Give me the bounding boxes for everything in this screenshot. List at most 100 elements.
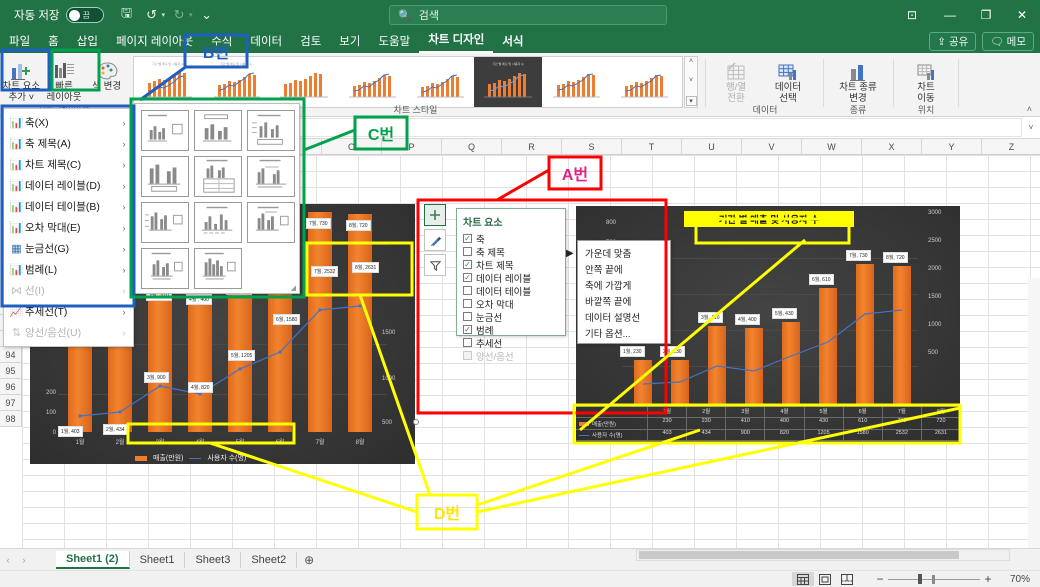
submenu-item-more-options[interactable]: 기타 옵션... (578, 325, 670, 341)
add-chart-element-menu[interactable]: 📊 축(X) › 📊 축 제목(A) › 📊 차트 제목(C) › 📊 데이터 … (3, 108, 134, 347)
chart-element-data-labels[interactable]: ✓ 데이터 레이블 (463, 271, 559, 285)
checkbox-unchecked[interactable] (463, 338, 472, 347)
ribbon-display-options-icon[interactable]: ⊡ (892, 0, 932, 30)
data-labels-flyout-arrow-icon[interactable]: ▶ (566, 248, 574, 259)
move-chart-button[interactable]: 차트 이동 (900, 56, 952, 104)
horizontal-scrollbar[interactable] (636, 549, 1010, 561)
chart-element-trendline[interactable]: 추세선 (463, 336, 559, 350)
menu-item-data-labels[interactable]: 📊 데이터 레이블(D) › (4, 175, 133, 196)
normal-view-icon[interactable] (792, 572, 814, 586)
collapse-ribbon-icon[interactable]: ˄ (1027, 104, 1032, 114)
undo-caret-icon[interactable]: ▾ (162, 11, 166, 19)
search-input[interactable]: 🔍 검색 (389, 5, 667, 25)
formula-bar-expand-icon[interactable]: ˅ (1022, 123, 1040, 132)
sheet-tab-sheet1-2[interactable]: Sheet1 (2) (56, 550, 130, 569)
column-header-Z[interactable]: Z (982, 139, 1040, 155)
vertical-scrollbar[interactable] (1028, 278, 1040, 548)
tab-data[interactable]: 데이터 (241, 31, 291, 53)
submenu-item-inside-end[interactable]: 안쪽 끝에 (578, 261, 670, 277)
zoom-out-button[interactable]: − (872, 572, 888, 586)
chart-filters-button[interactable] (424, 254, 446, 276)
column-header-V[interactable]: V (742, 139, 802, 155)
column-header-Y[interactable]: Y (922, 139, 982, 155)
column-header-W[interactable]: W (802, 139, 862, 155)
chart-element-gridlines[interactable]: 눈금선 (463, 310, 559, 324)
tab-insert[interactable]: 삽입 (68, 31, 107, 53)
layout-thumbnail[interactable] (194, 110, 242, 151)
checkbox-unchecked[interactable] (463, 299, 472, 308)
menu-item-chart-title[interactable]: 📊 차트 제목(C) › (4, 154, 133, 175)
comment-button[interactable]: 🗨 메모 (982, 32, 1034, 51)
submenu-item-inside-base[interactable]: 축에 가깝게 (578, 277, 670, 293)
add-sheet-icon[interactable]: ⊕ (297, 553, 321, 567)
layout-thumbnail[interactable] (141, 202, 189, 243)
menu-item-axis-title[interactable]: 📊 축 제목(A) › (4, 133, 133, 154)
zoom-slider-thumb[interactable] (918, 574, 922, 584)
menu-item-axis[interactable]: 📊 축(X) › (4, 112, 133, 133)
undo-icon[interactable]: ↺ (141, 4, 163, 26)
zoom-in-button[interactable]: + (980, 572, 996, 586)
submenu-item-center[interactable]: 가운데 맞춤 (578, 245, 670, 261)
chart-elements-panel[interactable]: 차트 요소 ✓ 축 축 제목 ✓ 차트 제목 ✓ 데이터 레이블 데이터 테이블… (456, 208, 566, 363)
tab-review[interactable]: 검토 (291, 31, 330, 53)
chart-element-legend[interactable]: ✓ 범례 (463, 323, 559, 337)
checkbox-checked[interactable]: ✓ (463, 325, 472, 334)
qat-more-icon[interactable]: ⌄ (196, 4, 218, 26)
sheet-tab-sheet3[interactable]: Sheet3 (185, 551, 242, 568)
row-header-96[interactable]: 96 (0, 379, 22, 395)
checkbox-unchecked[interactable] (463, 312, 472, 321)
layout-thumbnail[interactable] (141, 156, 189, 197)
row-header-94[interactable]: 94 (0, 347, 22, 363)
layout-thumbnail[interactable] (247, 110, 295, 151)
column-header-X[interactable]: X (862, 139, 922, 155)
page-break-view-icon[interactable] (836, 572, 858, 586)
sheet-prev-icon[interactable]: ‹ (0, 555, 16, 565)
select-data-button[interactable]: 데이터 선택 (762, 56, 814, 104)
menu-item-trendline[interactable]: 📈 추세선(T) › (4, 301, 133, 322)
restore-icon[interactable]: ❐ (968, 0, 1004, 30)
horizontal-scrollbar-thumb[interactable] (639, 551, 959, 559)
sheet-next-icon[interactable]: › (16, 555, 32, 565)
chart-elements-button[interactable] (424, 204, 446, 226)
column-header-U[interactable]: U (682, 139, 742, 155)
left-chart-handle[interactable] (413, 419, 419, 425)
quick-layout-gallery-popup[interactable]: ◢ (134, 103, 300, 294)
tab-file[interactable]: 파일 (0, 31, 39, 53)
checkbox-unchecked[interactable] (463, 247, 472, 256)
chart-element-error-bars[interactable]: 오차 막대 (463, 297, 559, 311)
submenu-item-data-callout[interactable]: 데이터 설명선 (578, 309, 670, 325)
chart-element-chart-title[interactable]: ✓ 차트 제목 (463, 258, 559, 272)
tab-format[interactable]: 서식 (493, 31, 532, 53)
menu-item-error-bars[interactable]: 📊 오차 막대(E) › (4, 217, 133, 238)
autosave-toggle[interactable]: 끔 (65, 7, 104, 23)
zoom-level[interactable]: 70% (996, 574, 1030, 585)
checkbox-checked[interactable]: ✓ (463, 234, 472, 243)
row-header-98[interactable]: 98 (0, 411, 22, 427)
column-header-Q[interactable]: Q (442, 139, 502, 155)
close-icon[interactable]: ✕ (1004, 0, 1040, 30)
chart-element-axes[interactable]: ✓ 축 (463, 232, 559, 246)
layout-thumbnail[interactable] (141, 110, 189, 151)
tab-chart-design[interactable]: 차트 디자인 (419, 29, 494, 53)
layout-thumbnail[interactable] (141, 248, 189, 289)
row-header-95[interactable]: 95 (0, 363, 22, 379)
tab-help[interactable]: 도움말 (369, 31, 419, 53)
chart-element-data-table[interactable]: 데이터 테이블 (463, 284, 559, 298)
layout-thumbnail[interactable] (194, 156, 242, 197)
share-button[interactable]: ⇪ 공유 (929, 32, 977, 51)
row-header-97[interactable]: 97 (0, 395, 22, 411)
layout-thumbnail[interactable] (247, 156, 295, 197)
layout-thumbnail[interactable] (247, 202, 295, 243)
column-header-T[interactable]: T (622, 139, 682, 155)
menu-item-data-table[interactable]: 📊 데이터 테이블(B) › (4, 196, 133, 217)
menu-item-legend[interactable]: 📊 범례(L) › (4, 259, 133, 280)
change-chart-type-button[interactable]: 차트 종류 변경 (832, 56, 884, 104)
gallery-resize-grip[interactable]: ◢ (291, 284, 296, 292)
column-header-S[interactable]: S (562, 139, 622, 155)
minimize-icon[interactable]: — (932, 0, 968, 30)
submenu-item-outside-end[interactable]: 바깥쪽 끝에 (578, 293, 670, 309)
checkbox-unchecked[interactable] (463, 286, 472, 295)
layout-thumbnail[interactable] (194, 248, 242, 289)
save-icon[interactable]: 🖫 (116, 4, 138, 26)
tab-home[interactable]: 홈 (39, 31, 68, 53)
